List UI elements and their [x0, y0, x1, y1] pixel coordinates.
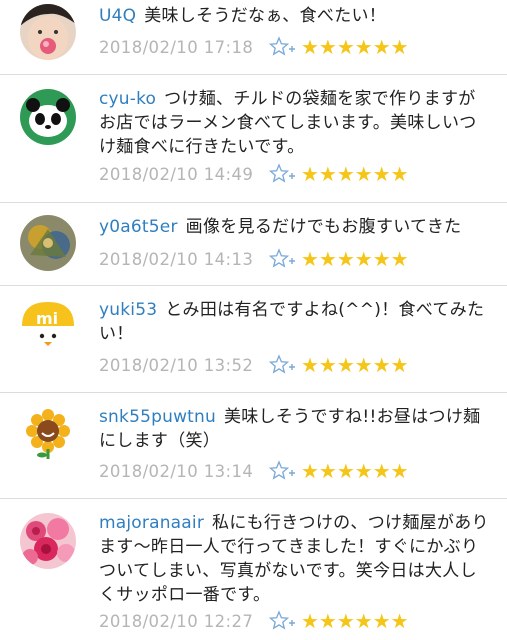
comment-meta: 2018/02/10 17:18 ★★★★★★	[99, 35, 409, 59]
comment-text: y0a6t5er 画像を見るだけでもお腹すいてきた	[99, 215, 489, 239]
comment-date: 2018/02/10 13:52	[99, 355, 254, 375]
rating-stars: ★★★★★★	[301, 610, 409, 632]
painting-avatar[interactable]	[20, 215, 76, 271]
comment-text: majoranaair 私にも行きつけの、つけ麺屋があります〜昨日一人で行ってきま…	[99, 511, 489, 607]
rating-stars-text: ★★★★★★	[301, 247, 409, 271]
comment-body: 美味しそうだなぁ、食べたい！	[144, 6, 387, 26]
svg-text:mi: mi	[36, 309, 58, 328]
rating-stars-text: ★★★★★★	[301, 609, 409, 633]
comment-username[interactable]: snk55puwtnu	[99, 407, 216, 427]
comment-date: 2018/02/10 17:18	[99, 37, 254, 57]
comment-meta: 2018/02/10 14:49 ★★★★★★	[99, 162, 409, 186]
comment-meta: 2018/02/10 13:52 ★★★★★★	[99, 353, 409, 377]
comment-meta: 2018/02/10 12:27 ★★★★★★	[99, 609, 409, 633]
comment-username[interactable]: majoranaair	[99, 513, 204, 533]
comment-username[interactable]: U4Q	[99, 6, 136, 26]
rating-stars-text: ★★★★★★	[301, 459, 409, 483]
comment-text: snk55puwtnu 美味しそうですね!!お昼はつけ麺にします（笑）	[99, 405, 489, 453]
comment-date: 2018/02/10 14:13	[99, 249, 254, 269]
star-plus-icon[interactable]	[268, 460, 295, 482]
comment-username[interactable]: y0a6t5er	[99, 217, 178, 237]
comment-item: majoranaair 私にも行きつけの、つけ麺屋があります〜昨日一人で行ってきま…	[0, 499, 507, 640]
star-plus-icon[interactable]	[268, 163, 295, 185]
star-plus-icon[interactable]	[268, 610, 295, 632]
rating-stars: ★★★★★★	[301, 36, 409, 58]
rating-stars: ★★★★★★	[301, 248, 409, 270]
comment-body: 画像を見るだけでもお腹すいてきた	[185, 217, 462, 237]
comment-username[interactable]: cyu-ko	[99, 89, 156, 109]
rating-stars: ★★★★★★	[301, 460, 409, 482]
rating-stars: ★★★★★★	[301, 354, 409, 376]
child-avatar[interactable]	[20, 4, 76, 60]
comment-meta: 2018/02/10 14:13 ★★★★★★	[99, 247, 409, 271]
comment-item: U4Q 美味しそうだなぁ、食べたい！ 2018/02/10 17:18 ★★★★★…	[0, 0, 507, 74]
comment-text: yuki53 とみ田は有名ですよね(^^)！食べてみたい！	[99, 298, 489, 346]
mi-chick-avatar[interactable]: mi	[20, 298, 76, 354]
roses-avatar[interactable]	[20, 513, 76, 569]
star-plus-icon[interactable]	[268, 36, 295, 58]
comment-meta: 2018/02/10 13:14 ★★★★★★	[99, 459, 409, 483]
comment-date: 2018/02/10 12:27	[99, 611, 254, 631]
rating-stars: ★★★★★★	[301, 163, 409, 185]
rating-stars-text: ★★★★★★	[301, 35, 409, 59]
comment-item: cyu-ko つけ麺、チルドの袋麺を家で作りますがお店ではラーメン食べてしまいます…	[0, 75, 507, 202]
comment-date: 2018/02/10 13:14	[99, 461, 254, 481]
panda-avatar[interactable]	[20, 89, 76, 145]
comment-text: cyu-ko つけ麺、チルドの袋麺を家で作りますがお店ではラーメン食べてしまいます…	[99, 87, 489, 159]
star-plus-icon[interactable]	[268, 248, 295, 270]
rating-stars-text: ★★★★★★	[301, 353, 409, 377]
comment-item: snk55puwtnu 美味しそうですね!!お昼はつけ麺にします（笑） 2018/…	[0, 393, 507, 498]
rating-stars-text: ★★★★★★	[301, 162, 409, 186]
sunflower-avatar[interactable]	[20, 405, 76, 461]
comment-text: U4Q 美味しそうだなぁ、食べたい！	[99, 4, 489, 28]
comment-item: mi yuki53 とみ田は有名ですよね(^^)！食べてみたい！ 2018/02/…	[0, 286, 507, 392]
comment-username[interactable]: yuki53	[99, 300, 157, 320]
comment-date: 2018/02/10 14:49	[99, 164, 254, 184]
comment-item: y0a6t5er 画像を見るだけでもお腹すいてきた 2018/02/10 14:1…	[0, 203, 507, 285]
star-plus-icon[interactable]	[268, 354, 295, 376]
